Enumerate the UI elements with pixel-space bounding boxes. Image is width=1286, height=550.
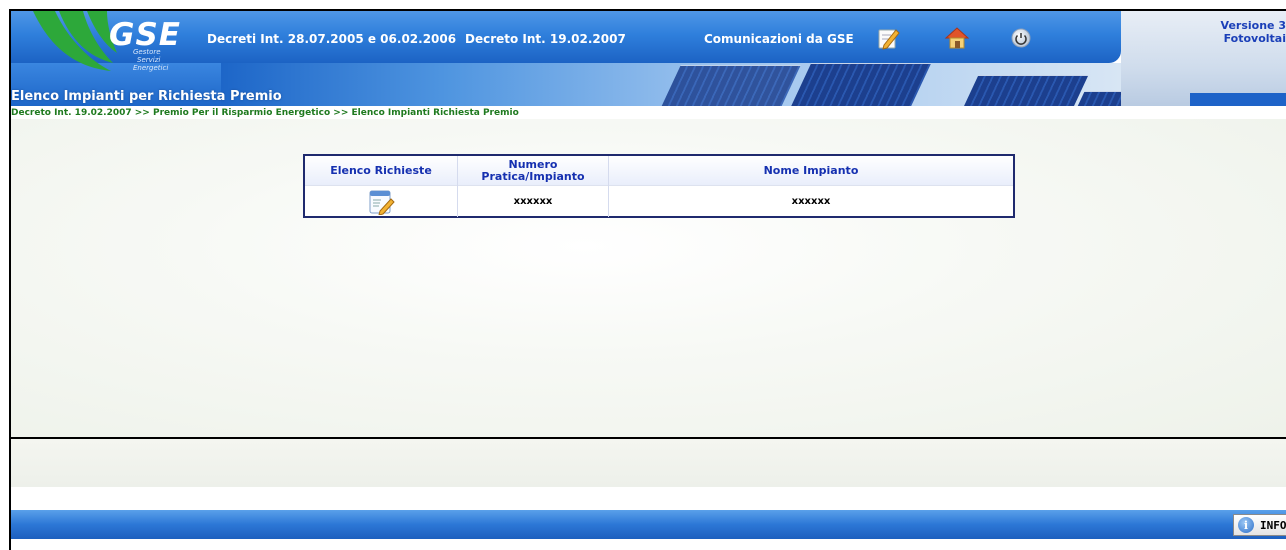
nav-decreto-2007[interactable]: Decreto Int. 19.02.2007 [465,32,626,46]
breadcrumb-item[interactable]: Premio Per il Risparmio Energetico [153,108,330,118]
solar-panel-image [661,65,801,106]
table-cell-nome: xxxxxx [608,185,1013,217]
solar-panel-image [790,63,932,106]
logo-subtitle-line: Gestore [133,48,161,56]
table-header-row: Elenco Richieste Numero Pratica/Impianto… [305,156,1013,186]
page-title: Elenco Impianti per Richiesta Premio [11,89,282,104]
breadcrumb: Decreto Int. 19.02.2007 >> Premio Per il… [11,108,519,118]
logo-subtitle-line: Energetici [133,64,169,72]
nav-comunicazioni[interactable]: Comunicazioni da GSE [704,32,854,46]
power-icon[interactable] [1007,24,1035,52]
edit-document-icon[interactable] [367,189,395,215]
solar-panel-image [963,75,1089,106]
header-strip [1190,93,1286,106]
impianti-table: Elenco Richieste Numero Pratica/Impianto… [303,154,1015,218]
version-line: Fotovoltai [1223,32,1286,45]
breadcrumb-item[interactable]: Decreto Int. 19.02.2007 [11,108,132,118]
column-header-numero: Numero Pratica/Impianto [457,156,609,186]
version-line: Versione 3 [1220,19,1286,32]
impianti-table-grid: Elenco Richieste Numero Pratica/Impianto… [305,156,1013,217]
nav-decreti-2005-2006[interactable]: Decreti Int. 28.07.2005 e 06.02.2006 [207,32,456,46]
info-icon: i [1238,517,1254,533]
logo-subtitle: Gestore Servizi Energetici [133,48,168,72]
breadcrumb-separator: >> [330,108,352,118]
info-button[interactable]: i INFO [1233,514,1286,536]
main-content: Elenco Richieste Numero Pratica/Impianto… [11,119,1286,437]
info-button-label: INFO [1260,518,1286,532]
home-icon[interactable] [943,24,971,52]
table-cell-numero: xxxxxx [457,185,609,217]
breadcrumb-separator: >> [131,108,153,118]
breadcrumb-item-current: Elenco Impianti Richiesta Premio [351,108,519,118]
column-header-numero-label: Numero Pratica/Impianto [481,157,585,183]
logo-subtitle-line: Servizi [137,56,161,64]
column-header-elenco-richieste: Elenco Richieste [305,156,458,186]
column-header-nome-impianto: Nome Impianto [608,156,1013,186]
table-cell-icon [305,185,458,217]
app-frame: Versione 3 Fotovoltai GSE Gestore Serviz… [9,9,1286,550]
footer-bar [11,510,1286,539]
version-label: Versione 3 Fotovoltai [1221,19,1286,45]
lower-panel [11,439,1286,487]
header: Versione 3 Fotovoltai GSE Gestore Serviz… [11,11,1286,106]
edit-icon[interactable] [874,24,902,52]
table-row: xxxxxx xxxxxx [305,185,1013,217]
